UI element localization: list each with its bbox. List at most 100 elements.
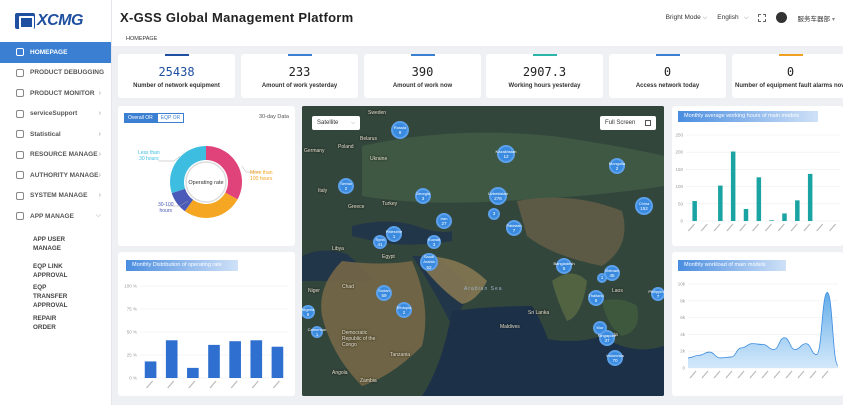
chevron-right-icon: › xyxy=(98,89,101,97)
chart-bar[interactable] xyxy=(692,201,697,221)
x-tick-label xyxy=(777,223,785,232)
sidebar-item-statistical[interactable]: Statistical › xyxy=(0,124,111,145)
user-menu[interactable]: 服务车器部 ▾ xyxy=(797,13,835,23)
map-place: Niger xyxy=(308,288,320,294)
sidebar-item-servicesupport[interactable]: serviceSupport › xyxy=(0,104,111,125)
sidebar-item-authority-manage[interactable]: AUTHORITY MANAGE › xyxy=(0,165,111,186)
chart-bar[interactable] xyxy=(165,340,178,378)
theme-mode-select[interactable]: Bright Mode ⌵ xyxy=(666,14,708,22)
stat-value: 390 xyxy=(411,65,434,79)
donut-label-more: More than 100 hours xyxy=(250,170,273,182)
map-cluster-marker[interactable]: Kuwait 3 xyxy=(427,235,441,249)
world-map[interactable]: Satellite ⌵ Full Screen Sweden Belarus G… xyxy=(302,106,664,396)
chart-bar[interactable] xyxy=(795,200,800,221)
map-cluster-marker[interactable]: Pakistan 7 xyxy=(506,220,522,236)
chart-bar[interactable] xyxy=(271,346,284,378)
map-cluster-marker[interactable]: Sudan 59 xyxy=(376,285,392,301)
x-tick-label xyxy=(230,380,238,389)
stats-row: 25438 Number of network equipment 233 Amoun… xyxy=(118,54,843,98)
map-cluster-marker[interactable]: Georgia 3 xyxy=(415,188,431,204)
cluster-country: Saudi Arabia xyxy=(423,253,435,265)
stat-label: Amount of work now xyxy=(392,83,453,89)
workload-panel: Monthly workload of main models 0 2k 4k 6k 8… xyxy=(672,252,843,396)
sidebar-subitem-eqp-transfer-approval[interactable]: EQP TRANSFER APPROVAL xyxy=(0,283,80,310)
map-place: Germany xyxy=(304,148,325,154)
chart-bar[interactable] xyxy=(782,213,787,221)
map-cluster-marker[interactable]: Mongolia 2 xyxy=(609,158,625,174)
sidebar-item-product-monitor[interactable]: PRODUCT MONITOR › xyxy=(0,83,111,104)
chart-bar[interactable] xyxy=(250,340,263,378)
y-tick-label: 50 xyxy=(678,201,684,206)
calendar-icon xyxy=(16,68,24,77)
header-controls: Bright Mode ⌵ English ⌵ 服务车器部 ▾ xyxy=(666,12,843,23)
shield-icon xyxy=(16,212,24,221)
map-cluster-marker[interactable]: Singapore 37 xyxy=(598,330,616,346)
chart-bar[interactable] xyxy=(187,367,199,378)
donut-label-mid: 30-100 hours xyxy=(158,202,174,214)
map-cluster-marker[interactable]: Ethiopia 2 xyxy=(396,302,412,318)
chart-bar[interactable] xyxy=(743,208,749,221)
sidebar-item-app-manage[interactable]: APP MANAGE ⌵ xyxy=(0,206,111,227)
map-layer-select[interactable]: Satellite ⌵ xyxy=(312,116,360,130)
avatar[interactable] xyxy=(776,12,788,23)
map-cluster-marker[interactable]: Cameroon 1 xyxy=(308,326,326,338)
sidebar-item-label: Statistical xyxy=(30,130,61,138)
sidebar-subitem-repair-order[interactable]: REPAIR ORDER xyxy=(0,314,80,332)
chart-bar[interactable] xyxy=(756,177,762,221)
cluster-count: 5 xyxy=(594,298,598,303)
map-fullscreen-button[interactable]: Full Screen xyxy=(600,116,656,130)
map-cluster-marker[interactable]: Thailand 5 xyxy=(588,290,604,306)
language-select[interactable]: English ⌵ xyxy=(717,14,748,22)
chart-bar[interactable] xyxy=(208,344,220,378)
map-cluster-marker[interactable]: Kazakhstan 12 xyxy=(496,145,516,163)
x-tick-label xyxy=(761,370,769,379)
map-cluster-marker[interactable]: Uzbekistan 276 xyxy=(488,187,508,205)
map-cluster-marker[interactable]: Iran 27 xyxy=(436,213,452,229)
sidebar-subitem-eqp-link-approval[interactable]: EQP LINK APPROVAL xyxy=(0,262,80,280)
map-cluster-marker[interactable]: Philippines7 xyxy=(648,287,664,301)
breadcrumb-homepage[interactable]: HOMEPAGE xyxy=(126,36,157,42)
sidebar-item-system-manage[interactable]: SYSTEM MANAGE › xyxy=(0,186,111,207)
cluster-count: 6 xyxy=(306,312,310,317)
x-tick-label xyxy=(726,223,734,232)
cluster-count: 7 xyxy=(656,294,660,299)
map-cluster-marker[interactable]: Russia 9 xyxy=(391,121,409,139)
y-tick-label: 100 xyxy=(675,184,683,189)
map-cluster-marker[interactable]: Syria 41 xyxy=(373,235,387,249)
x-tick-label xyxy=(749,370,757,379)
map-cluster-marker[interactable]: 3 xyxy=(488,208,500,220)
map-cluster-marker[interactable]: 1 xyxy=(597,273,607,283)
map-cluster-marker[interactable]: Indonesia 70 xyxy=(606,350,624,366)
map-cluster-marker[interactable]: Serbia 2 xyxy=(338,178,354,194)
map-cluster-marker[interactable]: China 152 xyxy=(635,197,653,215)
sidebar-item-resource-manage[interactable]: RESOURCE MANAGE › xyxy=(0,145,111,166)
cluster-count: 1 xyxy=(315,332,319,337)
fullscreen-icon[interactable] xyxy=(758,13,767,22)
stat-value: 0 xyxy=(663,65,672,79)
chart-bar[interactable] xyxy=(769,220,774,221)
y-tick-label: 75 % xyxy=(127,307,137,312)
sidebar-item-product-debugging[interactable]: PRODUCT DEBUGGING › xyxy=(0,63,111,84)
theme-mode-label: Bright Mode xyxy=(665,13,701,21)
cluster-count: 37 xyxy=(604,338,610,343)
database-icon xyxy=(16,150,24,159)
stat-value: 25438 xyxy=(158,65,195,79)
cluster-count: 52 xyxy=(426,264,432,270)
map-place: Maldives xyxy=(500,324,520,330)
working-hours-panel: Monthly average working hours of main mo… xyxy=(672,106,843,246)
sidebar-subitem-app-user-manage[interactable]: APP USER MANAGE xyxy=(0,235,80,253)
sidebar-item-homepage[interactable]: HOMEPAGE xyxy=(0,42,111,63)
chart-bar[interactable] xyxy=(807,173,813,221)
chart-bar[interactable] xyxy=(718,185,723,221)
stat-label: Working hours yesterday xyxy=(508,83,581,89)
map-layer-label: Satellite xyxy=(317,120,339,126)
chart-bar[interactable] xyxy=(144,361,157,378)
chart-bar[interactable] xyxy=(730,151,736,221)
map-cluster-marker[interactable]: Palestine 1 xyxy=(386,226,402,242)
xcmg-logo[interactable]: XCMG xyxy=(15,10,84,32)
map-cluster-marker[interactable]: Bangladesh 5 xyxy=(553,258,575,274)
map-cluster-marker[interactable]: Saudi Arabia 52 xyxy=(420,253,438,271)
x-tick-label xyxy=(809,370,817,379)
chart-bar[interactable] xyxy=(229,341,241,378)
map-sea: Arabian Sea xyxy=(464,286,503,292)
